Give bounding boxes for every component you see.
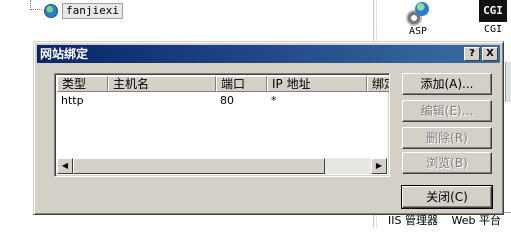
cell-type: http <box>61 94 84 107</box>
bottom-tabs: IIS 管理器 Web 平台 <box>388 214 511 228</box>
add-button[interactable]: 添加(A)... <box>402 73 492 95</box>
tree-node-site[interactable]: fanjiexi <box>44 3 123 19</box>
edit-button[interactable]: 编辑(E)... <box>402 100 492 122</box>
browse-button[interactable]: 浏览(B) <box>402 152 492 174</box>
scroll-track[interactable] <box>325 158 371 174</box>
column-header-ip[interactable]: IP 地址 <box>267 76 367 92</box>
table-row[interactable]: http 80 * <box>57 94 389 108</box>
globe-icon <box>44 4 58 18</box>
help-button[interactable]: ? <box>464 47 480 61</box>
feature-cgi[interactable]: CGI CGI <box>475 0 511 36</box>
column-header-binding[interactable]: 绑定 <box>367 76 389 92</box>
feature-cgi-label: CGI <box>483 24 503 35</box>
tree-connector-branch <box>30 9 42 11</box>
asp-gear-icon <box>404 0 432 26</box>
scroll-thumb[interactable] <box>73 158 325 174</box>
list-header: 类型 主机名 端口 IP 地址 绑定 <box>57 76 389 92</box>
tab-iis-manager[interactable]: IIS 管理器 <box>388 214 438 227</box>
column-header-type[interactable]: 类型 <box>57 76 108 92</box>
close-button[interactable]: 关闭(C) <box>401 185 493 209</box>
cell-binding <box>367 94 389 108</box>
cell-host <box>108 94 216 108</box>
delete-button[interactable]: 删除(R) <box>402 127 492 149</box>
cell-port: 80 <box>220 94 234 107</box>
column-header-port[interactable]: 端口 <box>216 76 267 92</box>
bindings-list[interactable]: 类型 主机名 端口 IP 地址 绑定 http 80 * ◀ ▶ <box>54 73 390 177</box>
feature-asp-label: ASP <box>408 26 428 37</box>
close-window-button[interactable]: X <box>482 47 498 61</box>
feature-asp[interactable]: ASP <box>398 0 438 38</box>
dialog-titlebar[interactable]: 网站绑定 ? X <box>37 45 500 63</box>
tree-node-label: fanjiexi <box>62 3 123 19</box>
column-header-host[interactable]: 主机名 <box>108 76 216 92</box>
site-bindings-dialog: 网站绑定 ? X 类型 主机名 端口 IP 地址 绑定 http 80 * ◀ … <box>33 41 504 215</box>
horizontal-scrollbar[interactable]: ◀ ▶ <box>57 158 387 174</box>
right-edge-panel <box>505 62 511 102</box>
scroll-left-icon[interactable]: ◀ <box>57 158 73 174</box>
tab-web-platform[interactable]: Web 平台 <box>451 214 500 227</box>
scroll-right-icon[interactable]: ▶ <box>371 158 387 174</box>
cell-ip: * <box>271 94 277 107</box>
dialog-title: 网站绑定 <box>40 47 89 61</box>
cgi-icon: CGI <box>479 0 507 22</box>
